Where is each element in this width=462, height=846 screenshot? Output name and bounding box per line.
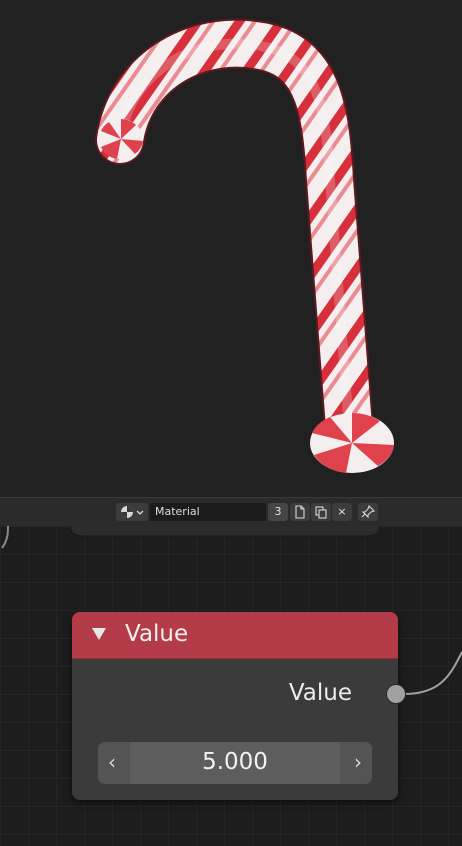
collapse-triangle-icon[interactable]: [92, 628, 106, 640]
material-header: Material 3 ×: [0, 497, 462, 527]
duplicate-material-icon: [315, 506, 327, 519]
node-title: Value: [125, 621, 189, 647]
node-editor[interactable]: Value Value ‹ › 5.000: [0, 526, 462, 846]
output-socket[interactable]: [386, 684, 406, 704]
3d-viewport[interactable]: [0, 0, 462, 497]
cane-end-bottom: [310, 413, 394, 473]
pin-button[interactable]: [358, 503, 378, 521]
material-sphere-icon: [121, 506, 133, 518]
candy-cane-render: [95, 18, 394, 473]
output-label: Value: [288, 680, 352, 706]
value-field[interactable]: ‹ › 5.000: [98, 742, 372, 784]
value-node[interactable]: Value Value ‹ › 5.000: [72, 612, 398, 800]
material-type-dropdown[interactable]: [116, 503, 148, 521]
unlink-icon: ×: [337, 505, 347, 518]
cane-end-top: [99, 119, 143, 159]
node-header[interactable]: Value: [72, 612, 398, 659]
material-name-field[interactable]: Material: [150, 503, 266, 521]
user-count-button[interactable]: 3: [268, 503, 288, 521]
new-material-button[interactable]: [290, 503, 310, 521]
value-number: 5.000: [202, 749, 268, 775]
new-material-icon: [295, 505, 305, 519]
unlink-material-button[interactable]: ×: [332, 503, 352, 521]
duplicate-material-button[interactable]: [311, 503, 331, 521]
chevron-down-icon: [136, 510, 144, 515]
pin-icon: [361, 504, 376, 519]
